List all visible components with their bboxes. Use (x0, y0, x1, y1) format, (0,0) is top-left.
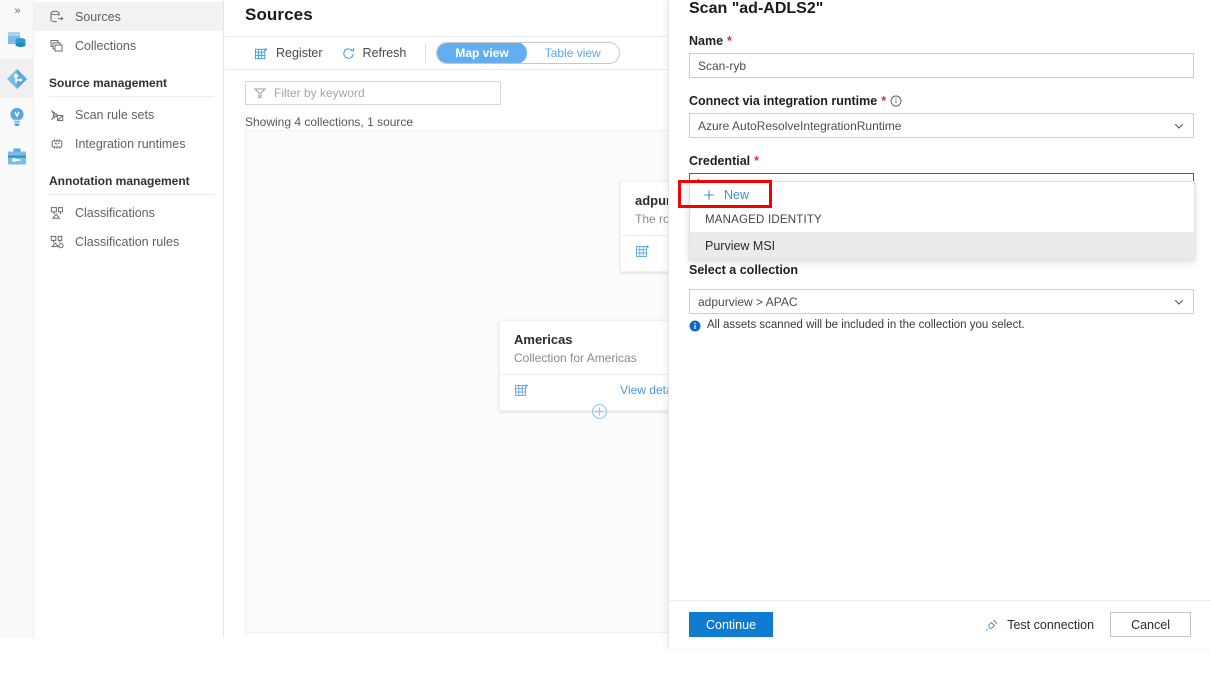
credential-dropdown: New MANAGED IDENTITY Purview MSI (689, 181, 1195, 260)
nav-group-annotation-management: Annotation management (49, 162, 214, 195)
command-divider (425, 43, 426, 63)
integration-runtimes-icon (49, 136, 65, 152)
rail-item-data-map[interactable] (0, 59, 34, 98)
required-marker: * (754, 154, 759, 168)
collection-hint-text: All assets scanned will be included in t… (707, 319, 1025, 331)
add-collection-icon[interactable] (591, 403, 608, 420)
left-icon-rail: » (0, 0, 34, 638)
collections-icon (49, 38, 65, 54)
scan-rule-sets-icon (49, 107, 65, 123)
sidebar-item-scan-rule-sets[interactable]: Scan rule sets (34, 100, 223, 129)
info-icon[interactable] (890, 95, 902, 107)
register-source-icon[interactable] (635, 243, 651, 259)
field-collection: adpurview > APAC All assets scanned will… (689, 289, 1194, 332)
app-root: » (0, 0, 1211, 673)
scan-panel: Scan "ad-ADLS2" Name * Scan-ryb Connect … (668, 0, 1211, 648)
dropdown-group-header: MANAGED IDENTITY (690, 208, 1194, 232)
field-name-label: Name * (689, 34, 1194, 48)
sidebar-item-label: Collections (75, 39, 136, 53)
integration-runtime-value: Azure AutoResolveIntegrationRuntime (698, 119, 901, 133)
card-title: Americas (514, 332, 684, 347)
classification-rules-icon (49, 234, 65, 250)
field-name: Name * Scan-ryb (689, 34, 1194, 78)
search-placeholder: Filter by keyword (274, 86, 365, 100)
sidebar-item-classification-rules[interactable]: Classification rules (34, 227, 223, 256)
nav-group-source-management: Source management (49, 64, 214, 97)
rail-item-data-sources[interactable] (0, 20, 34, 59)
integration-runtime-select[interactable]: Azure AutoResolveIntegrationRuntime (689, 113, 1194, 138)
sidebar-item-integration-runtimes[interactable]: Integration runtimes (34, 129, 223, 158)
plug-icon (985, 618, 999, 632)
field-credential-label: Credential * (689, 154, 1194, 168)
sidebar-item-label: Integration runtimes (75, 137, 185, 151)
insights-icon (5, 106, 29, 130)
rail-item-insights[interactable] (0, 98, 34, 137)
view-toggle: Map view Table view (436, 42, 619, 64)
tab-table-view[interactable]: Table view (527, 42, 619, 64)
chevron-down-icon (1173, 120, 1185, 132)
info-filled-icon (689, 320, 701, 332)
field-runtime-label-text: Connect via integration runtime (689, 94, 877, 108)
register-source-icon[interactable] (514, 382, 530, 398)
sidebar-item-sources[interactable]: Sources (34, 2, 223, 31)
sidebar-item-collections[interactable]: Collections (34, 31, 223, 60)
register-icon (254, 46, 269, 61)
required-marker: * (881, 94, 886, 108)
field-credential-label-text: Credential (689, 154, 750, 168)
chevron-down-icon (1173, 296, 1185, 308)
sidebar-item-label: Classification rules (75, 235, 179, 249)
refresh-label: Refresh (363, 46, 407, 60)
register-label: Register (276, 46, 323, 60)
register-button[interactable]: Register (245, 42, 332, 65)
dropdown-option-purview-msi[interactable]: Purview MSI (690, 232, 1194, 259)
collection-hint: All assets scanned will be included in t… (689, 319, 1194, 332)
test-connection-button[interactable]: Test connection (985, 618, 1094, 632)
collection-value: adpurview > APAC (698, 295, 798, 309)
name-input-value: Scan-ryb (698, 59, 746, 73)
secondary-nav: Sources Collections Source management (34, 0, 224, 638)
new-credential-label: New (724, 188, 749, 202)
sidebar-item-classifications[interactable]: Classifications (34, 198, 223, 227)
card-subtitle: Collection for Americas (514, 351, 684, 365)
field-collection-label: Select a collection (689, 263, 798, 277)
new-credential-option[interactable]: New (690, 182, 1194, 208)
sources-icon (49, 9, 65, 25)
panel-footer: Continue Test connection Cancel (669, 600, 1211, 648)
search-input[interactable]: Filter by keyword (245, 81, 501, 105)
field-runtime-label: Connect via integration runtime * (689, 94, 1194, 108)
filter-icon (254, 87, 266, 99)
sidebar-item-label: Scan rule sets (75, 108, 154, 122)
panel-title: Scan "ad-ADLS2" (669, 0, 1211, 18)
expand-nav-chevron-icon[interactable]: » (0, 0, 34, 20)
classifications-icon (49, 205, 65, 221)
field-integration-runtime: Connect via integration runtime * Azure … (689, 94, 1194, 138)
cancel-button[interactable]: Cancel (1110, 612, 1191, 637)
continue-button[interactable]: Continue (689, 612, 773, 637)
field-name-label-text: Name (689, 34, 723, 48)
sidebar-item-label: Classifications (75, 206, 155, 220)
name-input[interactable]: Scan-ryb (689, 53, 1194, 78)
plus-icon (703, 189, 715, 201)
sidebar-item-label: Sources (75, 10, 121, 24)
collection-select[interactable]: adpurview > APAC (689, 289, 1194, 314)
test-connection-label: Test connection (1007, 618, 1094, 632)
rail-item-management[interactable] (0, 137, 34, 176)
tab-map-view[interactable]: Map view (437, 42, 526, 64)
refresh-icon (341, 46, 356, 61)
data-map-icon (5, 67, 29, 91)
footer-right-actions: Test connection Cancel (985, 612, 1191, 637)
management-icon (5, 145, 29, 169)
refresh-button[interactable]: Refresh (332, 42, 416, 65)
data-sources-icon (5, 28, 29, 52)
required-marker: * (727, 34, 732, 48)
